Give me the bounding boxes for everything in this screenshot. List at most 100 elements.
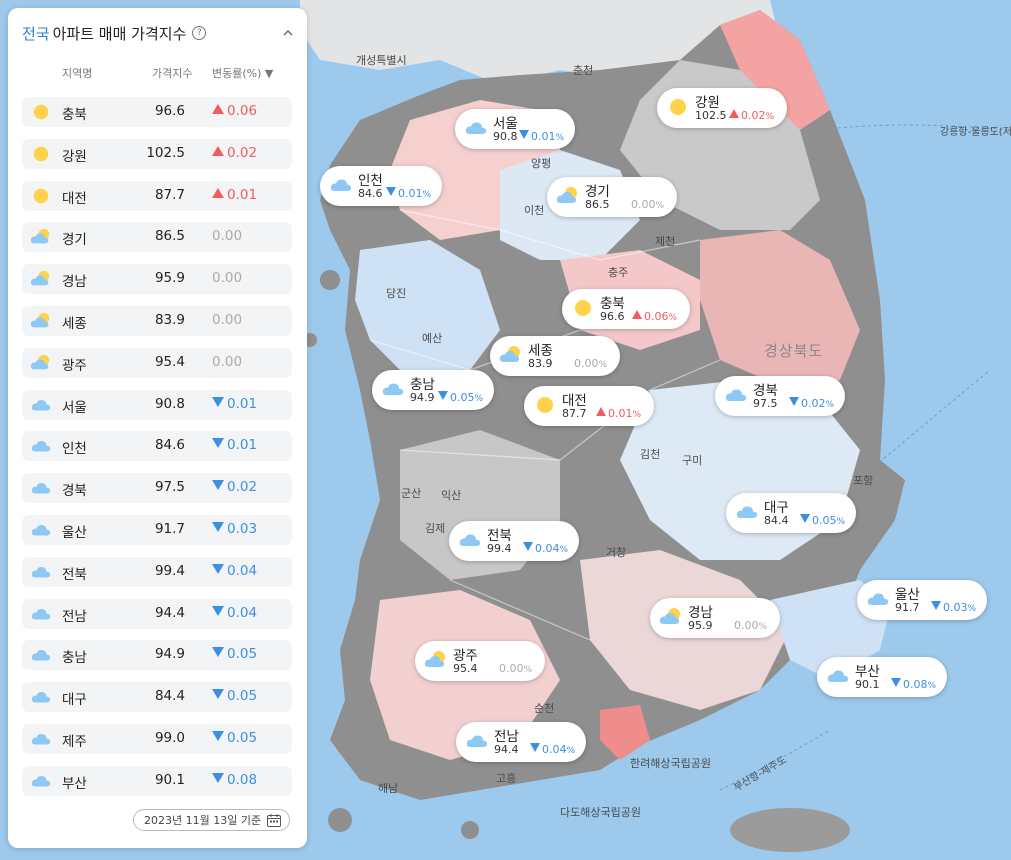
- bubble-change-rate: 0.02%: [729, 109, 774, 122]
- bubble-price-index: 95.9: [688, 619, 713, 632]
- map-label-gimcheon: 김천: [640, 448, 661, 461]
- region-row[interactable]: 서울 90.8 0.01: [22, 389, 292, 420]
- map-label-icheon: 이천: [524, 204, 545, 217]
- region-row[interactable]: 강원 102.5 0.02: [22, 138, 292, 169]
- region-name: 전북: [62, 566, 87, 583]
- bubble-change-rate: 0.01%: [519, 130, 564, 143]
- table-header: 지역명 가격지수 변동률(%) ▼: [22, 65, 293, 81]
- down-arrow-icon: [212, 772, 224, 783]
- bubble-change-rate: 0.05%: [800, 514, 845, 527]
- panel-header: 전국 아파트 매매 가격지수 ?: [22, 20, 293, 46]
- price-index: 96.6: [154, 103, 185, 119]
- price-index: 99.0: [154, 729, 185, 746]
- change-value: 0.05: [812, 514, 837, 527]
- region-row[interactable]: 전북 99.4 0.04: [22, 556, 292, 587]
- region-name: 부산: [62, 775, 87, 792]
- map-bubble[interactable]: 전남 94.4 0.04%: [456, 722, 586, 762]
- region-row[interactable]: 세종 83.9 0.00: [22, 305, 292, 336]
- down-arrow-icon: [931, 601, 941, 610]
- col-change-sort[interactable]: 변동률(%) ▼: [212, 65, 273, 81]
- percent-sign: %: [927, 681, 937, 691]
- region-row[interactable]: 광주 95.4 0.00: [22, 347, 292, 378]
- bubble-region-name: 충북: [600, 296, 625, 312]
- change-value: 0.03: [943, 601, 968, 614]
- bubble-price-index: 86.5: [585, 198, 610, 211]
- chevron-up-icon[interactable]: [283, 28, 293, 38]
- col-region: 지역명: [62, 67, 93, 80]
- date-selector[interactable]: 2023년 11월 13일 기준: [133, 809, 290, 831]
- help-icon[interactable]: ?: [192, 26, 207, 40]
- map-bubble[interactable]: 대전 87.7 0.01%: [524, 386, 654, 426]
- change-rate: 0.00: [212, 354, 242, 370]
- date-label: 2023년 11월 13일 기준: [144, 814, 262, 827]
- percent-sign: %: [765, 112, 775, 122]
- change-value: 0.02: [741, 109, 766, 122]
- region-row[interactable]: 충남 94.9 0.05: [22, 640, 292, 671]
- map-bubble[interactable]: 광주 95.4 0.00%: [415, 641, 545, 681]
- partly-cloudy-icon: [30, 227, 52, 247]
- region-name: 충남: [62, 650, 87, 667]
- change-rate: 0.02: [212, 145, 257, 161]
- region-row[interactable]: 경남 95.9 0.00: [22, 264, 292, 295]
- region-row[interactable]: 전남 94.4 0.04: [22, 598, 292, 629]
- map-bubble[interactable]: 서울 90.8 0.01%: [455, 109, 575, 149]
- sun-icon: [30, 102, 52, 122]
- bubble-price-index: 99.4: [487, 542, 512, 555]
- region-scope[interactable]: 전국: [22, 25, 50, 43]
- cloud-icon: [329, 174, 353, 196]
- bubble-change-rate: 0.00%: [499, 662, 532, 675]
- partly-cloudy-icon: [30, 311, 52, 331]
- down-arrow-icon: [530, 743, 540, 752]
- percent-sign: %: [555, 133, 565, 143]
- map-bubble[interactable]: 강원 102.5 0.02%: [657, 88, 787, 128]
- cloud-icon: [866, 588, 890, 610]
- region-row[interactable]: 경기 86.5 0.00: [22, 222, 292, 253]
- change-value: 0.03: [227, 520, 258, 537]
- map-bubble[interactable]: 인천 84.6 0.01%: [320, 166, 442, 206]
- bubble-change-rate: 0.04%: [523, 542, 568, 555]
- region-name: 경기: [62, 232, 87, 249]
- map-bubble[interactable]: 부산 90.1 0.08%: [817, 657, 947, 697]
- percent-sign: %: [825, 400, 835, 410]
- change-value: 0.01: [398, 187, 423, 200]
- map-label-gimje: 김제: [425, 522, 446, 535]
- map-label-pohang: 포항: [853, 474, 874, 487]
- change-value: 0.00: [212, 311, 243, 328]
- percent-sign: %: [967, 604, 977, 614]
- percent-sign: %: [598, 360, 608, 370]
- bubble-change-rate: 0.05%: [438, 391, 483, 404]
- price-index: 95.4: [154, 353, 185, 370]
- map-bubble[interactable]: 세종 83.9 0.00%: [490, 336, 620, 376]
- region-row[interactable]: 충북 96.6 0.06: [22, 97, 292, 127]
- region-row[interactable]: 울산 91.7 0.03: [22, 514, 292, 545]
- region-name: 충북: [62, 107, 87, 123]
- region-row[interactable]: 대구 84.4 0.05: [22, 682, 292, 713]
- price-index: 94.4: [154, 604, 185, 621]
- percent-sign: %: [655, 201, 665, 211]
- map-bubble[interactable]: 대구 84.4 0.05%: [726, 493, 856, 533]
- price-index: 94.9: [154, 646, 185, 663]
- cloud-icon: [30, 478, 52, 498]
- change-value: 0.05: [450, 391, 475, 404]
- region-row[interactable]: 경북 97.5 0.02: [22, 473, 292, 504]
- bubble-price-index: 87.7: [562, 407, 587, 420]
- region-row[interactable]: 인천 84.6 0.01: [22, 431, 292, 462]
- map-bubble[interactable]: 경북 97.5 0.02%: [715, 376, 845, 416]
- map-bubble[interactable]: 경남 95.9 0.00%: [650, 598, 780, 638]
- map-bubble[interactable]: 울산 91.7 0.03%: [857, 580, 987, 620]
- cloud-icon: [30, 520, 52, 540]
- region-name: 제주: [62, 733, 87, 750]
- map-bubble[interactable]: 충남 94.9 0.05%: [372, 370, 494, 410]
- region-row[interactable]: 부산 90.1 0.08: [22, 765, 292, 796]
- sun-icon: [30, 144, 52, 164]
- change-value: 0.00: [734, 619, 759, 632]
- up-arrow-icon: [596, 407, 606, 416]
- map-bubble[interactable]: 경기 86.5 0.00%: [547, 177, 677, 217]
- region-name: 경남: [62, 274, 87, 291]
- region-row[interactable]: 대전 87.7 0.01: [22, 180, 292, 211]
- region-row[interactable]: 제주 99.0 0.05: [22, 723, 292, 754]
- map-bubble[interactable]: 충북 96.6 0.06%: [562, 289, 690, 329]
- map-label-iksan: 익산: [441, 489, 462, 502]
- map-bubble[interactable]: 전북 99.4 0.04%: [449, 521, 579, 561]
- partly-cloudy-icon: [30, 269, 52, 289]
